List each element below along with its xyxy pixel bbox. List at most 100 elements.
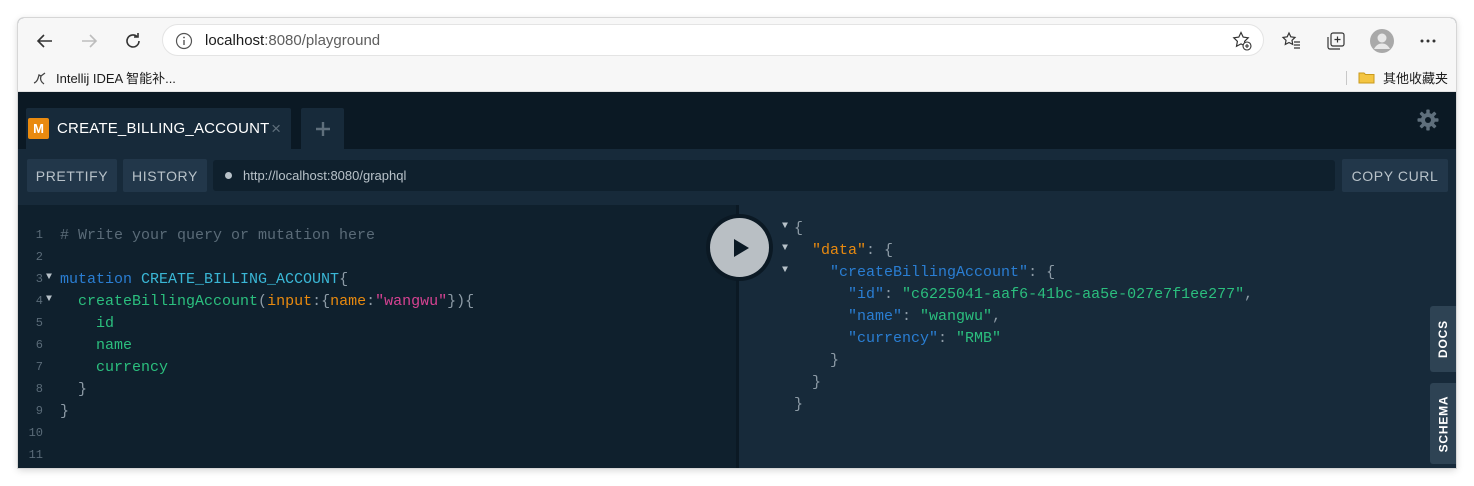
playground-actionbar: PRETTIFY HISTORY http://localhost:8080/g… (18, 149, 1456, 205)
close-tab-icon[interactable]: × (271, 119, 281, 139)
code-field: createBillingAccount (78, 293, 259, 310)
editor-line: 7 currency (18, 357, 736, 379)
editor-line: 2 (18, 247, 736, 269)
profile-button[interactable] (1368, 27, 1396, 55)
docs-tab-label: DOCS (1436, 320, 1450, 358)
line-number: 10 (28, 426, 43, 440)
address-bar[interactable]: localhost:8080/playground (162, 24, 1264, 56)
editor-line: 1 # Write your query or mutation here (18, 225, 736, 247)
result-line: "currency": "RMB" (848, 330, 1002, 347)
editor-line: 9 } (18, 401, 736, 423)
more-menu-button[interactable] (1414, 27, 1442, 55)
gear-icon (1417, 109, 1439, 131)
code-field: currency (96, 359, 169, 376)
tab-create-billing-account[interactable]: M CREATE_BILLING_ACCOUNT × (26, 108, 291, 149)
result-value: "c6225041-aaf6-41bc-aa5e-027e7f1ee277" (902, 286, 1245, 303)
playground-tabbar: M CREATE_BILLING_ACCOUNT × (18, 92, 1456, 149)
copy-curl-button[interactable]: COPY CURL (1342, 159, 1448, 192)
code-field: id (96, 315, 115, 332)
browser-window: localhost:8080/playground Intellij IDEA … (18, 18, 1456, 468)
line-number: 7 (35, 360, 43, 374)
result-line: ▼ "data": { (782, 242, 894, 259)
code-string: "wangwu" (375, 293, 448, 310)
line-number: 1 (35, 228, 43, 242)
line-number: 8 (35, 382, 43, 396)
line-number: 5 (35, 316, 43, 330)
url-host: localhost (205, 32, 265, 49)
fold-arrow-icon[interactable]: ▼ (782, 221, 788, 232)
more-dots-icon (1420, 39, 1436, 43)
url-text[interactable]: localhost:8080/playground (205, 32, 380, 49)
execute-query-button[interactable] (706, 214, 773, 281)
plus-icon (315, 121, 330, 136)
bookmark-favicon-icon (33, 71, 46, 85)
back-button[interactable] (31, 27, 59, 55)
prettify-button[interactable]: PRETTIFY (27, 159, 117, 192)
collections-button[interactable] (1322, 27, 1350, 55)
code-keyword: mutation (60, 271, 133, 288)
schema-tab-label: SCHEMA (1436, 395, 1450, 452)
reload-button[interactable] (119, 27, 147, 55)
editor-line: 6 name (18, 335, 736, 357)
folder-icon (1358, 72, 1375, 84)
line-number: 2 (35, 250, 43, 264)
result-line: "name": "wangwu", (848, 308, 1002, 325)
result-key: "currency" (848, 330, 939, 347)
query-editor[interactable]: 1 # Write your query or mutation here 2 … (18, 205, 736, 468)
editor-line: 8 } (18, 379, 736, 401)
fold-arrow-icon[interactable]: ▼ (46, 272, 52, 283)
result-line: "id": "c6225041-aaf6-41bc-aa5e-027e7f1ee… (848, 286, 1254, 303)
bookmark-label: Intellij IDEA 智能补... (56, 71, 176, 86)
favorites-button[interactable] (1278, 27, 1306, 55)
docs-tab[interactable]: DOCS (1430, 306, 1456, 372)
add-tab-button[interactable] (301, 108, 344, 149)
result-viewer[interactable]: ▼ { ▼ "data": { ▼ "createBillingAccount"… (736, 205, 1456, 468)
status-dot (225, 172, 232, 179)
fold-arrow-icon[interactable]: ▼ (782, 265, 788, 276)
avatar-icon (1370, 29, 1394, 53)
editor-line: 10 (18, 423, 736, 445)
favorites-icon (1281, 31, 1300, 49)
result-line: } (794, 374, 822, 391)
settings-button[interactable] (1416, 108, 1440, 137)
forward-button[interactable] (75, 27, 103, 55)
result-key: "data" (812, 242, 867, 259)
result-line: } (794, 352, 840, 369)
result-key: "createBillingAccount" (830, 264, 1029, 281)
result-line: ▼ { (782, 220, 804, 237)
bookmark-divider (1346, 71, 1347, 85)
history-button[interactable]: HISTORY (123, 159, 207, 192)
result-key: "id" (848, 286, 885, 303)
forward-arrow-icon (82, 34, 98, 48)
code-arg-key: name (330, 293, 367, 310)
bookmark-intellij[interactable]: Intellij IDEA 智能补... (32, 68, 176, 87)
code-comment: # Write your query or mutation here (60, 227, 376, 244)
editor-line: 5 id (18, 313, 736, 335)
editor-line: 11 (18, 445, 736, 467)
line-number: 3 (35, 272, 43, 286)
browser-toolbar: localhost:8080/playground (18, 18, 1456, 64)
reload-icon (126, 33, 140, 48)
fold-arrow-icon[interactable]: ▼ (782, 243, 788, 254)
collections-icon (1327, 32, 1345, 50)
fold-arrow-icon[interactable]: ▼ (46, 294, 52, 305)
code-operation-name: CREATE_BILLING_ACCOUNT (141, 271, 340, 288)
result-key: "name" (848, 308, 903, 325)
other-bookmarks-label: 其他收藏夹 (1383, 71, 1449, 86)
other-bookmarks[interactable]: 其他收藏夹 (1358, 68, 1448, 87)
add-favorite-icon[interactable] (1231, 30, 1253, 57)
endpoint-input[interactable]: http://localhost:8080/graphql (213, 160, 1335, 191)
schema-tab[interactable]: SCHEMA (1430, 383, 1456, 464)
editor-line: 3 ▼ mutation CREATE_BILLING_ACCOUNT{ (18, 269, 736, 291)
tab-title: CREATE_BILLING_ACCOUNT (57, 120, 270, 137)
info-icon[interactable] (175, 32, 193, 55)
url-path: :8080/playground (264, 32, 381, 49)
bookmarks-bar: Intellij IDEA 智能补... 其他收藏夹 (18, 64, 1456, 92)
back-arrow-icon (36, 34, 52, 48)
execute-query-inner (710, 218, 769, 277)
code-field: name (96, 337, 133, 354)
result-value: "RMB" (956, 330, 1002, 347)
endpoint-url: http://localhost:8080/graphql (243, 168, 407, 183)
mutation-badge: M (28, 118, 49, 139)
line-number: 4 (35, 294, 43, 308)
